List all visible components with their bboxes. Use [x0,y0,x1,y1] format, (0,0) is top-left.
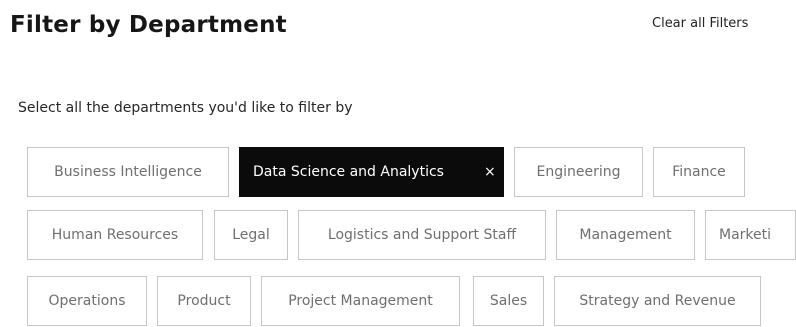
department-chip[interactable]: Engineering [514,147,643,197]
department-chip-label: Product [177,293,231,309]
department-chip[interactable]: Product [157,276,251,326]
department-chip[interactable]: Human Resources [27,210,203,260]
department-chip[interactable]: Finance [653,147,745,197]
department-chip-label: Management [579,227,672,243]
department-chip[interactable]: Sales [473,276,544,326]
department-chip[interactable]: Legal [214,210,288,260]
department-chip-label: Project Management [288,293,433,309]
department-chip-list: Business Intelligence Data Science and An… [0,0,796,327]
department-chip[interactable]: Marketi [705,210,796,260]
department-chip-label: Human Resources [51,227,179,243]
department-chip-label: Strategy and Revenue [579,293,736,309]
remove-filter-icon[interactable]: × [484,162,496,182]
department-chip-label: Business Intelligence [54,164,202,180]
department-chip-label: Logistics and Support Staff [327,227,517,243]
department-chip[interactable]: Logistics and Support Staff [298,210,546,260]
department-chip-label: Operations [48,293,126,309]
department-chip[interactable]: Business Intelligence [27,147,229,197]
department-chip-label: Engineering [536,164,621,180]
department-chip-label: Marketi [719,227,772,243]
department-chip-label: Finance [672,164,726,180]
department-chip-label: Data Science and Analytics [253,164,444,180]
department-chip[interactable]: Operations [27,276,147,326]
department-chip[interactable]: Project Management [261,276,460,326]
department-chip[interactable]: Management [556,210,695,260]
department-chip[interactable]: Strategy and Revenue [554,276,761,326]
department-chip[interactable]: Data Science and Analytics × [239,147,504,197]
department-chip-label: Sales [489,293,528,309]
department-chip-label: Legal [232,227,270,243]
